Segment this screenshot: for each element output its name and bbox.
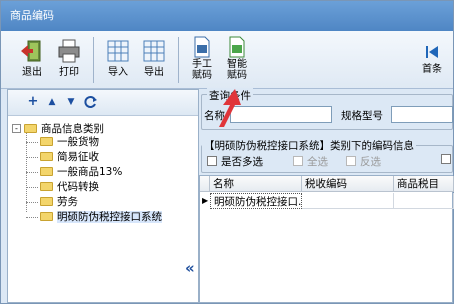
annotation-arrow: [219, 89, 241, 127]
app-window: 商品编码 退出 打印 导入 导出 手工 赋码 智能 赋码 首条 + ▲ ▼ - …: [0, 0, 454, 304]
